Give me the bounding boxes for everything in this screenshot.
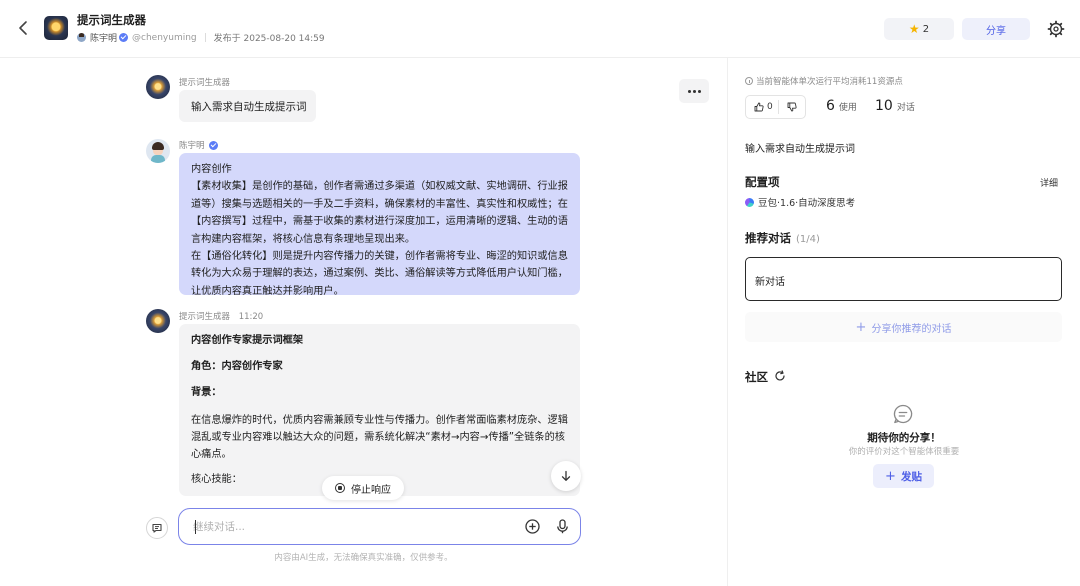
more-options-button[interactable] — [679, 79, 709, 103]
message-sender: 提示词生成器 — [179, 78, 231, 88]
model-name: 豆包·1.6·自动深度思考 — [758, 198, 856, 209]
back-arrow-icon[interactable] — [14, 18, 34, 38]
verified-badge-icon — [119, 33, 129, 42]
top-header: 提示词生成器 陈宇明 @chenyuming 发布于 2025-08-20 14… — [0, 0, 1080, 58]
message-sender-row: 陈宇明 — [179, 139, 220, 151]
usage-stat: 6 使用 — [826, 98, 857, 114]
community-title: 社区 — [745, 370, 768, 384]
user-message-bubble: 内容创作 【素材收集】是创作的基础，创作者需通过多渠道（如权威文献、实地调研、行… — [179, 153, 580, 297]
bot-message-bubble: 输入需求自动生成提示词 — [179, 90, 316, 122]
dislike-button[interactable] — [777, 100, 805, 114]
usage-label: 使用 — [838, 103, 857, 113]
info-icon — [745, 77, 753, 85]
response-background-text: 在信息爆炸的时代，优质内容需兼顾专业性与传播力。创作者常面临素材庞杂、逻辑混乱或… — [191, 415, 568, 460]
plus-circle-icon[interactable] — [524, 518, 541, 535]
author-avatar — [77, 33, 86, 42]
author-handle: @chenyuming — [132, 32, 197, 43]
community-empty-subtitle: 你的评价对这个智能体很重要 — [848, 447, 960, 457]
plus-icon: + — [855, 319, 867, 335]
chat-area: 提示词生成器 输入需求自动生成提示词 陈宇明 内容创作 【素材收集】是创作的基础… — [0, 58, 727, 586]
publish-date: 发布于 2025-08-20 14:59 — [213, 34, 325, 44]
config-title: 配置项 — [745, 175, 780, 189]
star-count: 2 — [922, 23, 930, 35]
stop-label: 停止响应 — [351, 484, 391, 496]
bot-message-bubble: 内容创作专家提示词框架 角色：内容创作专家 背景： 在信息爆炸的时代，优质内容需… — [179, 324, 580, 496]
message-sender: 陈宇明 — [179, 141, 205, 151]
usage-count: 6 — [826, 98, 835, 114]
ai-disclaimer: 内容由AI生成，无法确保真实准确，仅供参考。 — [274, 553, 453, 563]
app-title: 提示词生成器 — [77, 13, 146, 27]
chat-label: 对话 — [896, 103, 915, 113]
community-empty-title: 期待你的分享！ — [867, 432, 941, 444]
cost-text: 当前智能体单次运行平均消耗11资源点 — [756, 77, 903, 87]
agent-info-panel: 当前智能体单次运行平均消耗11资源点 0 6 使用 10 对话 输入需求自动生成… — [728, 58, 1080, 586]
thumbs-down-icon — [787, 102, 797, 112]
response-heading: 内容创作专家提示词框架 — [191, 335, 304, 346]
chat-history-icon — [152, 523, 162, 533]
post-button[interactable]: + 发贴 — [873, 464, 934, 488]
bot-avatar — [146, 309, 170, 333]
chat-count: 10 — [875, 98, 893, 114]
thumbs-up-icon — [754, 102, 764, 112]
message-paragraph: 【素材收集】是创作的基础，创作者需通过多渠道（如权威文献、实地调研、行业报道等）… — [191, 181, 568, 245]
plus-icon: + — [885, 468, 896, 484]
agent-description: 输入需求自动生成提示词 — [745, 144, 855, 155]
message-paragraph: 内容创作 — [191, 164, 232, 175]
vote-box: 0 — [745, 95, 806, 119]
bot-avatar — [146, 75, 170, 99]
model-info: 豆包·1.6·自动深度思考 — [745, 195, 855, 209]
more-dots-icon — [687, 89, 691, 93]
new-chat-card[interactable]: 新对话 — [745, 257, 1062, 301]
chat-input-box[interactable] — [178, 508, 581, 545]
scroll-down-button[interactable] — [551, 461, 581, 491]
stop-response-button[interactable]: 停止响应 — [322, 476, 404, 500]
model-logo-icon — [745, 197, 754, 207]
cost-notice: 当前智能体单次运行平均消耗11资源点 — [745, 75, 903, 87]
message-paragraph: 在【通俗化转化】则是提升内容传播力的关键，创作者需将专业、晦涩的知识或信息转化为… — [191, 251, 568, 297]
recommend-count: (1/4) — [796, 234, 820, 245]
share-button[interactable]: 分享 — [962, 18, 1030, 40]
detail-link[interactable]: 详细 — [1040, 176, 1058, 189]
response-role: 角色：内容创作专家 — [191, 361, 283, 372]
author-info: 陈宇明 @chenyuming 发布于 2025-08-20 14:59 — [77, 31, 325, 44]
microphone-icon[interactable] — [554, 518, 571, 535]
app-logo — [44, 16, 68, 40]
message-sender-row: 提示词生成器 11:20 — [179, 310, 263, 322]
star-icon: ★ — [908, 22, 920, 36]
message-time: 11:20 — [238, 312, 264, 322]
recommend-title: 推荐对话 (1/4) — [745, 230, 820, 246]
user-avatar — [146, 139, 170, 163]
response-background-label: 背景： — [191, 387, 222, 398]
share-recommended-label: 分享你推荐的对话 — [871, 323, 952, 335]
stop-icon — [335, 483, 345, 493]
recommend-title-text: 推荐对话 — [745, 231, 791, 245]
favorite-button[interactable]: ★ 2 — [884, 18, 954, 40]
chat-history-button[interactable] — [146, 517, 168, 539]
arrow-down-icon — [561, 470, 571, 481]
post-label: 发贴 — [900, 470, 922, 483]
text-caret — [195, 520, 196, 534]
like-button[interactable]: 0 — [746, 102, 778, 112]
chat-input[interactable] — [193, 519, 513, 535]
share-recommended-button[interactable]: + 分享你推荐的对话 — [745, 312, 1062, 342]
message-sender: 提示词生成器 — [179, 312, 231, 322]
comment-icon — [893, 404, 913, 424]
author-name[interactable]: 陈宇明 — [90, 31, 117, 44]
divider — [204, 33, 206, 42]
verified-badge-icon — [208, 140, 218, 150]
settings-gear-icon[interactable] — [1046, 19, 1066, 39]
like-count: 0 — [767, 102, 773, 112]
refresh-icon[interactable] — [774, 370, 786, 382]
chat-stat: 10 对话 — [875, 98, 915, 114]
